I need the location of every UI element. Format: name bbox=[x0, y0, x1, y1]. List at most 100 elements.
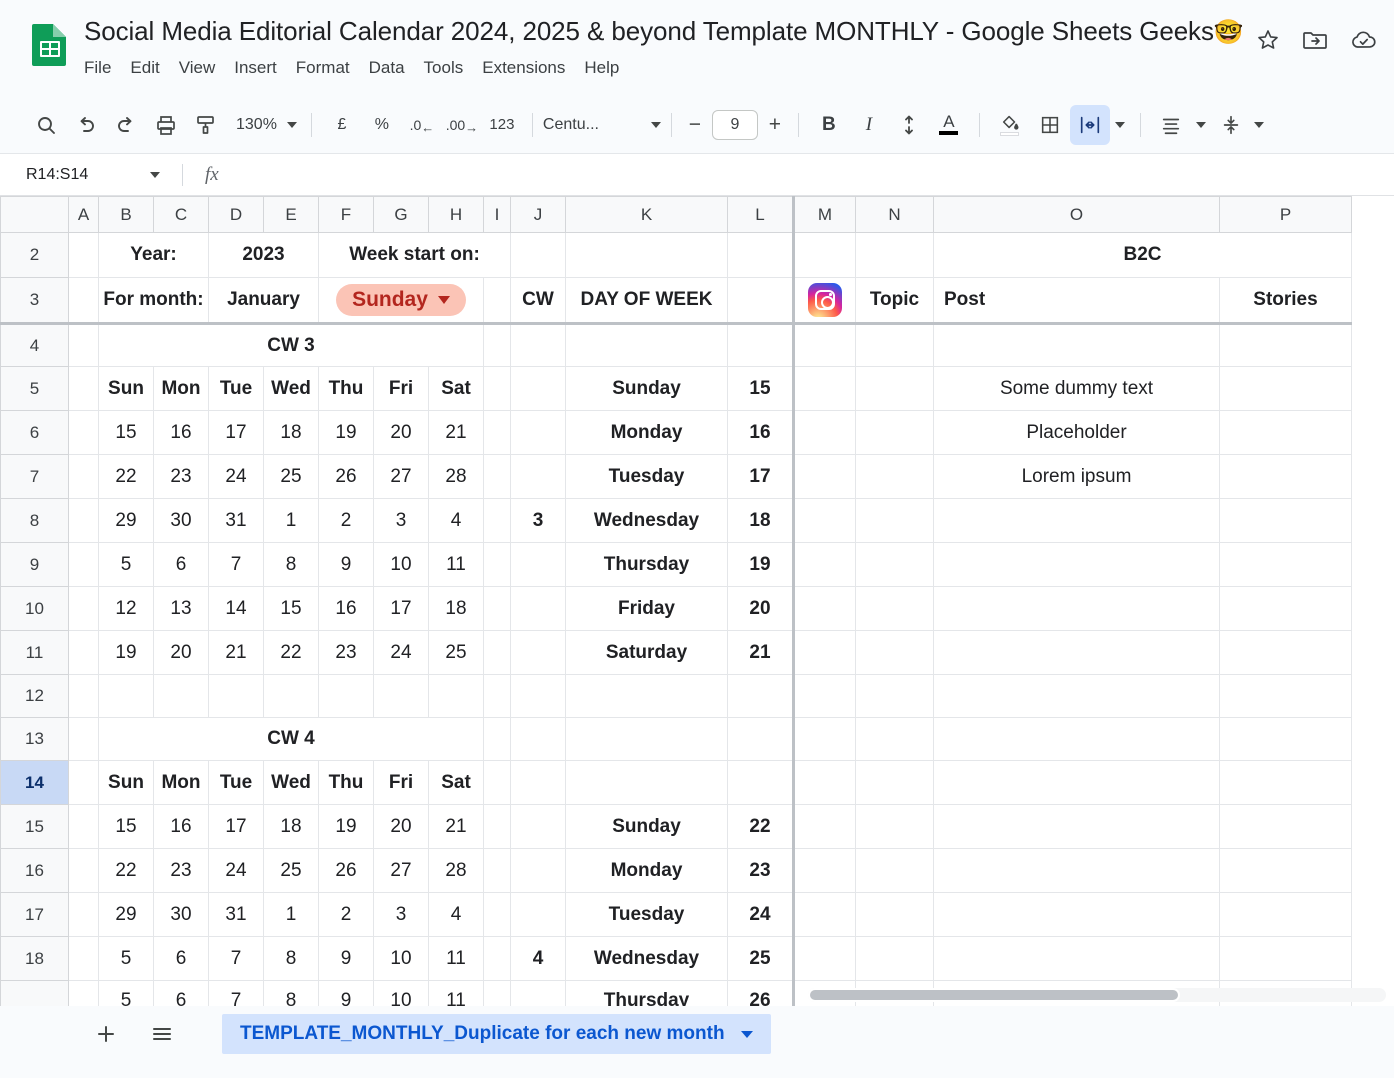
cell-d12[interactable] bbox=[209, 675, 264, 718]
search-icon[interactable] bbox=[26, 105, 66, 145]
cell-h12[interactable] bbox=[429, 675, 484, 718]
all-sheets-icon[interactable] bbox=[140, 1012, 184, 1056]
cal1-dayname-wed[interactable]: Wed bbox=[264, 367, 319, 411]
print-icon[interactable] bbox=[146, 105, 186, 145]
wt2-date-1[interactable]: 22 bbox=[728, 805, 794, 849]
cell-a12[interactable] bbox=[69, 675, 99, 718]
cal1-w4-d6[interactable]: 10 bbox=[374, 543, 429, 587]
cell-i18[interactable] bbox=[484, 937, 511, 981]
cal2-w3-d7[interactable]: 4 bbox=[429, 893, 484, 937]
row-header-15[interactable]: 15 bbox=[1, 805, 69, 849]
row-header-5[interactable]: 5 bbox=[1, 367, 69, 411]
wt1-m-3[interactable] bbox=[794, 455, 856, 499]
wt2-cw-badge[interactable]: 4 bbox=[511, 937, 566, 981]
cell-a4[interactable] bbox=[69, 324, 99, 367]
wt2-topic-1[interactable] bbox=[856, 805, 934, 849]
wt1-day-4[interactable]: Wednesday bbox=[566, 499, 728, 543]
cal1-w6-d3[interactable]: 21 bbox=[209, 631, 264, 675]
cell-n12[interactable] bbox=[856, 675, 934, 718]
cal1-w3-d1[interactable]: 29 bbox=[99, 499, 154, 543]
cell-i7[interactable] bbox=[484, 455, 511, 499]
cal1-w1-d6[interactable]: 20 bbox=[374, 411, 429, 455]
cell-j12[interactable] bbox=[511, 675, 566, 718]
cal2-dayname-mon[interactable]: Mon bbox=[154, 761, 209, 805]
decrease-font-size-button[interactable]: − bbox=[682, 113, 708, 137]
wt1-m-6[interactable] bbox=[794, 587, 856, 631]
cal2-w3-d3[interactable]: 31 bbox=[209, 893, 264, 937]
increase-font-size-button[interactable]: + bbox=[762, 113, 788, 137]
wt1-day-6[interactable]: Friday bbox=[566, 587, 728, 631]
wt1-topic-2[interactable] bbox=[856, 411, 934, 455]
cell-b12[interactable] bbox=[99, 675, 154, 718]
wt1-post-2[interactable]: Placeholder bbox=[934, 411, 1220, 455]
wt1-post-7[interactable] bbox=[934, 631, 1220, 675]
cell-i14[interactable] bbox=[484, 761, 511, 805]
wt2-day-1[interactable]: Sunday bbox=[566, 805, 728, 849]
cell-a16[interactable] bbox=[69, 849, 99, 893]
row-header-17[interactable]: 17 bbox=[1, 893, 69, 937]
cell-i3[interactable] bbox=[484, 278, 511, 324]
cell-i13[interactable] bbox=[484, 718, 511, 761]
cell-m4[interactable] bbox=[794, 324, 856, 367]
horizontal-align-dropdown[interactable] bbox=[1191, 105, 1211, 145]
wt1-post-6[interactable] bbox=[934, 587, 1220, 631]
cell-calendar1-title[interactable]: CW 3 bbox=[99, 324, 484, 367]
wt1-stories-3[interactable] bbox=[1220, 455, 1352, 499]
cal1-w4-d2[interactable]: 6 bbox=[154, 543, 209, 587]
wt2-date-4[interactable]: 25 bbox=[728, 937, 794, 981]
cal2-w5-d1[interactable]: 5 bbox=[99, 981, 154, 1007]
wt2-stories-4[interactable] bbox=[1220, 937, 1352, 981]
cell-l2[interactable] bbox=[728, 233, 794, 278]
wt1-post-3[interactable]: Lorem ipsum bbox=[934, 455, 1220, 499]
menu-item-help[interactable]: Help bbox=[584, 56, 619, 80]
row-header-18[interactable]: 18 bbox=[1, 937, 69, 981]
cal1-w5-d1[interactable]: 12 bbox=[99, 587, 154, 631]
cloud-saved-icon[interactable] bbox=[1350, 28, 1378, 52]
wt2-stories-3[interactable] bbox=[1220, 893, 1352, 937]
cell-a11[interactable] bbox=[69, 631, 99, 675]
cal1-w4-d1[interactable]: 5 bbox=[99, 543, 154, 587]
row-header-4[interactable]: 4 bbox=[1, 324, 69, 367]
cal2-w5-d5[interactable]: 9 bbox=[319, 981, 374, 1007]
cell-l13[interactable] bbox=[728, 718, 794, 761]
wt1-topic-3[interactable] bbox=[856, 455, 934, 499]
cell-a2[interactable] bbox=[69, 233, 99, 278]
cell-p13[interactable] bbox=[1220, 718, 1352, 761]
wt1-topic-5[interactable] bbox=[856, 543, 934, 587]
cal2-w4-d6[interactable]: 10 bbox=[374, 937, 429, 981]
wt2-post-1[interactable] bbox=[934, 805, 1220, 849]
column-header-b[interactable]: B bbox=[99, 197, 154, 233]
row-header-3[interactable]: 3 bbox=[1, 278, 69, 324]
cal1-w1-d1[interactable]: 15 bbox=[99, 411, 154, 455]
cell-m12[interactable] bbox=[794, 675, 856, 718]
cell-i12[interactable] bbox=[484, 675, 511, 718]
column-header-e[interactable]: E bbox=[264, 197, 319, 233]
sheet-tab-active[interactable]: TEMPLATE_MONTHLY_Duplicate for each new … bbox=[222, 1014, 771, 1054]
cell-calendar2-title[interactable]: CW 4 bbox=[99, 718, 484, 761]
cell-c12[interactable] bbox=[154, 675, 209, 718]
cell-j13[interactable] bbox=[511, 718, 566, 761]
menu-item-format[interactable]: Format bbox=[296, 56, 350, 80]
cal2-dayname-sat[interactable]: Sat bbox=[429, 761, 484, 805]
cell-j14[interactable] bbox=[511, 761, 566, 805]
cell-a10[interactable] bbox=[69, 587, 99, 631]
cal2-w1-d7[interactable]: 21 bbox=[429, 805, 484, 849]
cell-n4[interactable] bbox=[856, 324, 934, 367]
move-to-folder-icon[interactable] bbox=[1302, 28, 1328, 52]
wt1-topic-4[interactable] bbox=[856, 499, 934, 543]
column-header-i[interactable]: I bbox=[484, 197, 511, 233]
wt1-day-1[interactable]: Sunday bbox=[566, 367, 728, 411]
cal2-w3-d2[interactable]: 30 bbox=[154, 893, 209, 937]
cell-i10[interactable] bbox=[484, 587, 511, 631]
name-box[interactable]: R14:S14 bbox=[26, 166, 136, 184]
menu-item-view[interactable]: View bbox=[179, 56, 216, 80]
cell-j2[interactable] bbox=[511, 233, 566, 278]
cell-a3[interactable] bbox=[69, 278, 99, 324]
italic-button[interactable]: I bbox=[849, 105, 889, 145]
percent-format-button[interactable]: % bbox=[362, 105, 402, 145]
menu-item-insert[interactable]: Insert bbox=[234, 56, 277, 80]
cal1-w6-d1[interactable]: 19 bbox=[99, 631, 154, 675]
column-header-d[interactable]: D bbox=[209, 197, 264, 233]
horizontal-align-icon[interactable] bbox=[1151, 105, 1191, 145]
header-date-col[interactable] bbox=[728, 278, 794, 324]
